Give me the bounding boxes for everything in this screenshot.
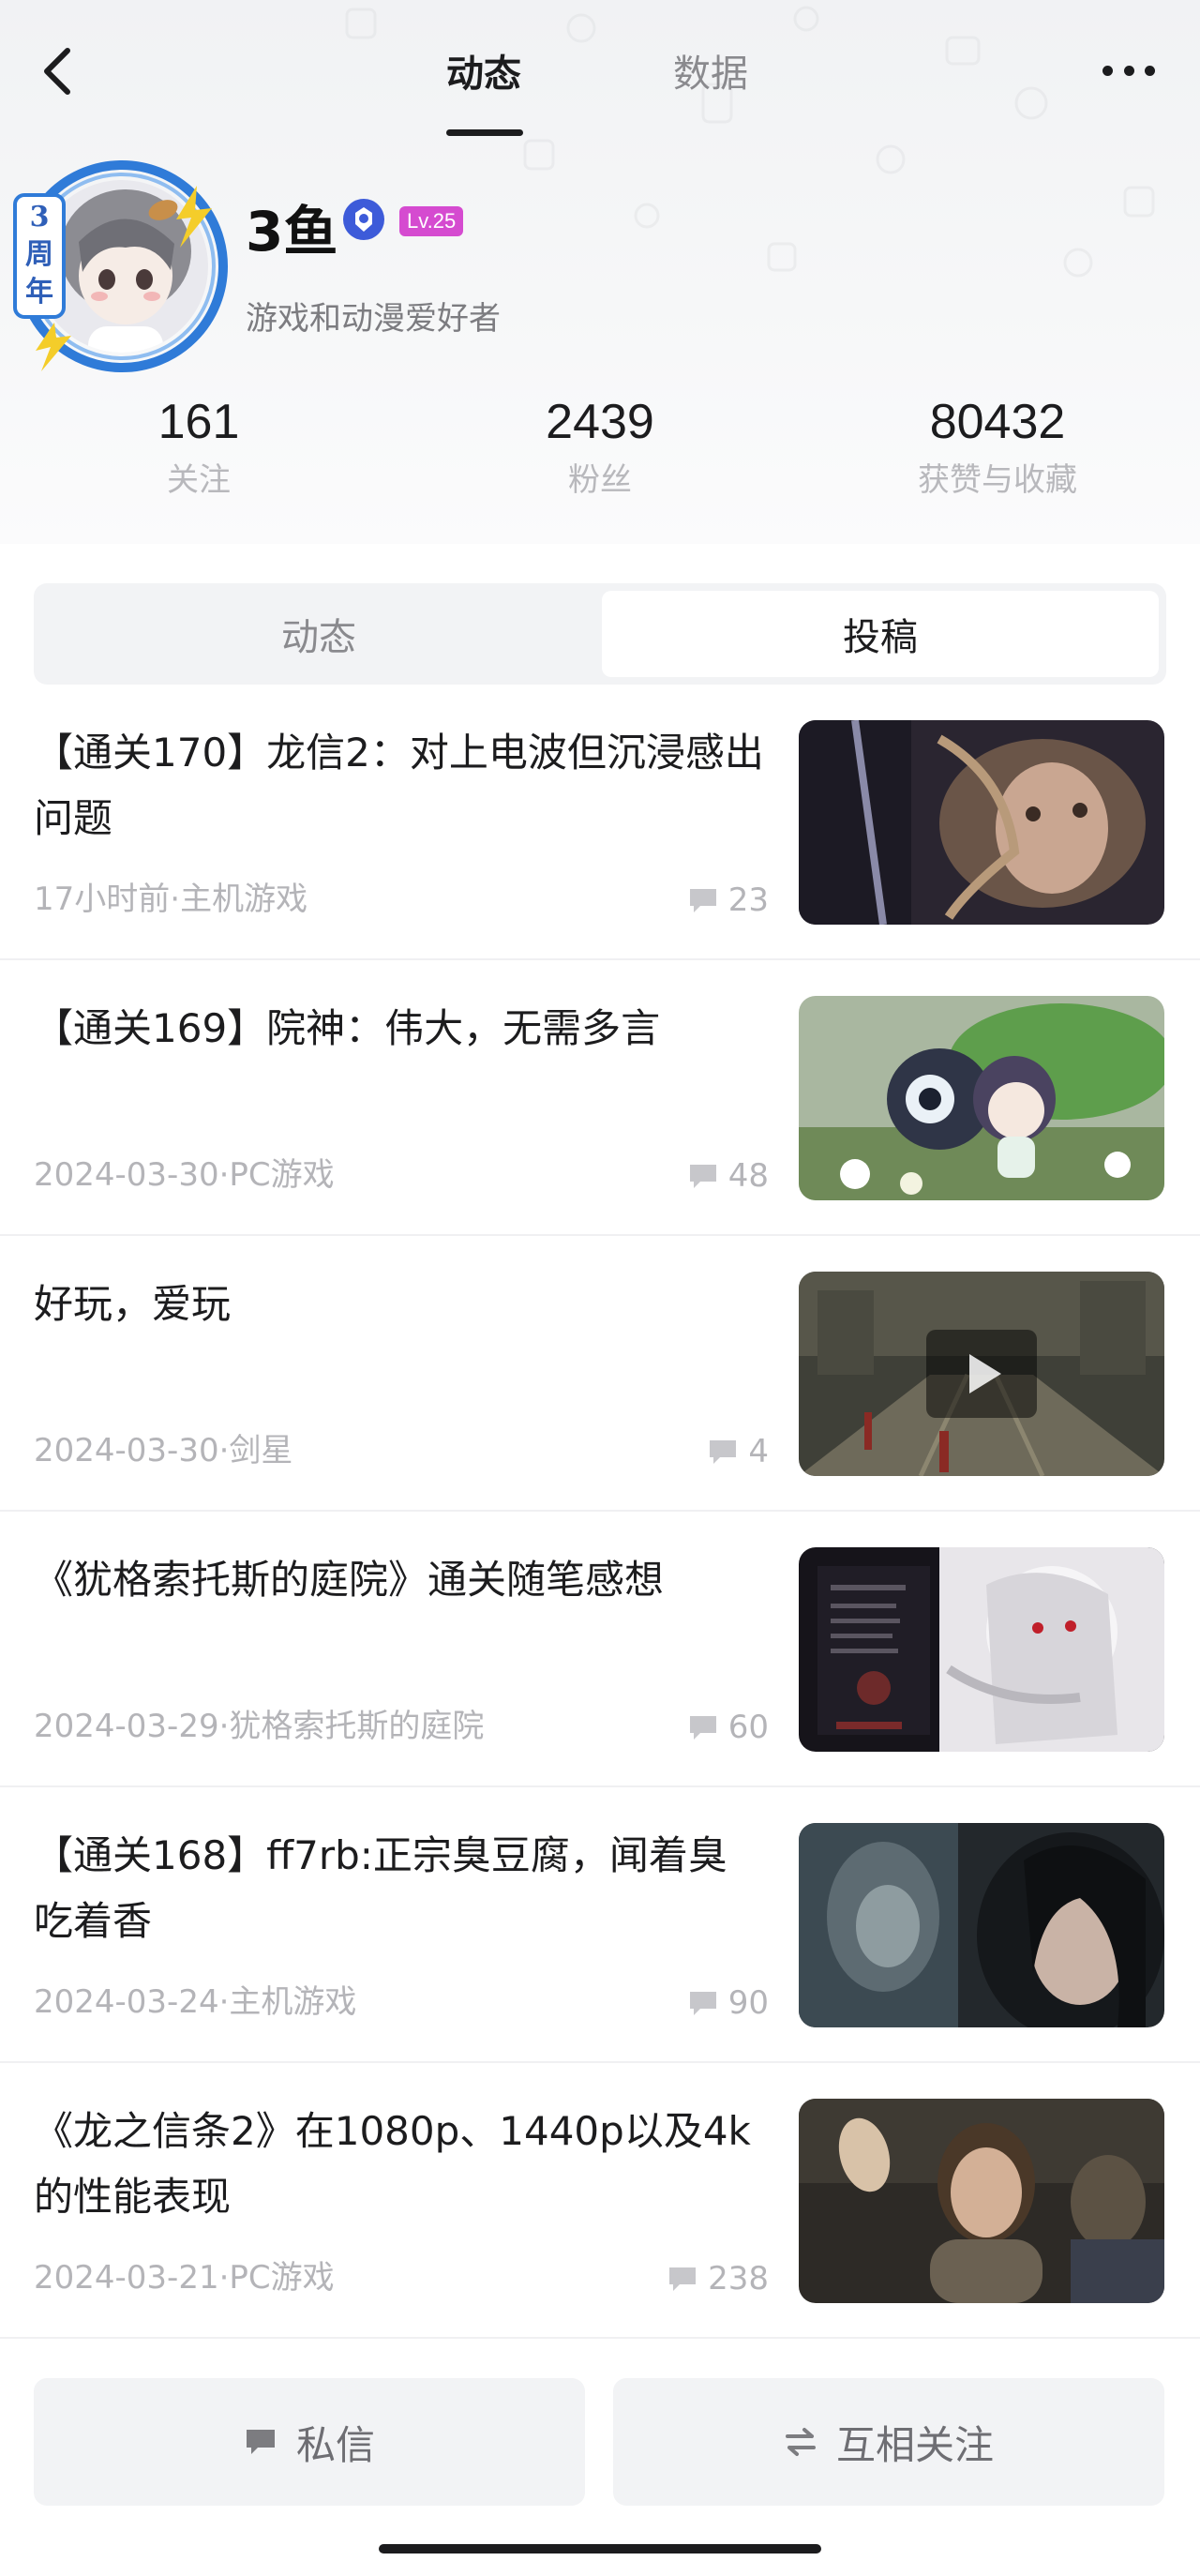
top-navigation: 动态 数据 bbox=[0, 0, 1200, 150]
post-title: 好玩，爱玩 bbox=[34, 1281, 232, 1327]
post-thumbnail bbox=[799, 720, 1164, 925]
tab-dynamics[interactable]: 动态 bbox=[446, 43, 521, 98]
post-meta: 2024-03-24·主机游戏 bbox=[34, 1983, 357, 2021]
chevron-left-icon bbox=[44, 48, 70, 95]
swap-arrows-icon bbox=[785, 2428, 816, 2456]
comment-icon bbox=[689, 889, 716, 912]
profile-header: 动态 数据 3周年 3鱼 Lv.25 游戏和动漫爱好者 161 关注 2439 … bbox=[0, 0, 1200, 544]
mutual-follow-button[interactable]: 互相关注 bbox=[613, 2378, 1164, 2506]
profile-bio: 游戏和动漫爱好者 bbox=[246, 300, 501, 338]
post-meta: 2024-03-30·PC游戏 bbox=[34, 1156, 335, 1194]
post-title: 《龙之信条2》在1080p、1440p以及4k的性能表现 bbox=[34, 2108, 751, 2220]
verified-creator-icon bbox=[343, 199, 384, 240]
thumbnail-image bbox=[799, 1547, 1164, 1752]
stat-following-value: 161 bbox=[158, 395, 240, 449]
post-comments-value: 90 bbox=[728, 1984, 769, 2022]
post-thumbnail bbox=[799, 1272, 1164, 1476]
stat-followers-value: 2439 bbox=[546, 395, 654, 449]
post-title: 【通关168】ff7rb:正宗臭豆腐，闻着臭吃着香 bbox=[34, 1832, 728, 1944]
thumbnail-image bbox=[799, 2099, 1164, 2303]
thumbnail-image bbox=[799, 1823, 1164, 2027]
post-comments-value: 4 bbox=[748, 1433, 769, 1470]
post-comment-count: 4 bbox=[707, 1433, 769, 1470]
thumbnail-image bbox=[799, 996, 1164, 1200]
home-indicator[interactable] bbox=[379, 2544, 821, 2553]
post-title: 【通关170】龙信2：对上电波但沉浸感出问题 bbox=[34, 730, 764, 841]
post-thumbnail bbox=[799, 2099, 1164, 2303]
stat-following-label: 关注 bbox=[167, 461, 231, 499]
stat-following[interactable]: 161 关注 bbox=[58, 394, 339, 500]
post-title: 【通关169】院神：伟大，无需多言 bbox=[34, 1005, 661, 1051]
post-item[interactable]: 好玩，爱玩 2024-03-30·剑星 4 bbox=[0, 1236, 1200, 1512]
avatar[interactable]: 3周年 bbox=[13, 158, 231, 375]
post-comments-value: 23 bbox=[728, 881, 769, 919]
username: 3鱼 bbox=[246, 200, 338, 264]
post-comment-count: 90 bbox=[687, 1984, 769, 2022]
stat-likes[interactable]: 80432 获赞与收藏 bbox=[857, 394, 1138, 500]
stat-likes-label: 获赞与收藏 bbox=[918, 461, 1077, 499]
post-item[interactable]: 《犹格索托斯的庭院》通关随笔感想 2024-03-29·犹格索托斯的庭院 60 bbox=[0, 1512, 1200, 1787]
tab-data[interactable]: 数据 bbox=[673, 43, 748, 98]
segment-posts[interactable]: 投稿 bbox=[602, 591, 1159, 677]
more-dot-icon bbox=[1102, 65, 1113, 76]
bottom-action-bar: 私信 互相关注 bbox=[0, 2344, 1200, 2576]
post-item[interactable]: 【通关170】龙信2：对上电波但沉浸感出问题 17小时前·主机游戏 23 bbox=[0, 685, 1200, 960]
post-comment-count: 238 bbox=[667, 2260, 769, 2297]
comment-icon bbox=[669, 2267, 697, 2291]
thumbnail-image bbox=[799, 720, 1164, 925]
post-meta: 2024-03-30·剑星 bbox=[34, 1432, 293, 1469]
post-comments-value: 238 bbox=[708, 2260, 769, 2297]
post-thumbnail bbox=[799, 1547, 1164, 1752]
back-button[interactable] bbox=[26, 34, 90, 109]
post-item[interactable]: 《龙之信条2》在1080p、1440p以及4k的性能表现 2024-03-21·… bbox=[0, 2063, 1200, 2339]
comment-icon bbox=[710, 1440, 737, 1464]
post-meta: 2024-03-29·犹格索托斯的庭院 bbox=[34, 1708, 485, 1745]
stat-followers-label: 粉丝 bbox=[568, 461, 632, 499]
message-icon bbox=[246, 2430, 275, 2454]
post-meta: 2024-03-21·PC游戏 bbox=[34, 2259, 335, 2297]
post-comment-count: 60 bbox=[687, 1709, 769, 1746]
post-comments-value: 60 bbox=[728, 1709, 769, 1746]
post-meta: 17小时前·主机游戏 bbox=[34, 881, 308, 918]
post-title: 《犹格索托斯的庭院》通关随笔感想 bbox=[34, 1557, 665, 1603]
more-options-button[interactable] bbox=[1091, 47, 1166, 94]
comment-icon bbox=[689, 1992, 716, 2015]
private-message-button[interactable]: 私信 bbox=[34, 2378, 585, 2506]
post-comment-count: 23 bbox=[687, 881, 769, 919]
private-message-label: 私信 bbox=[295, 2421, 375, 2468]
mutual-follow-label: 互相关注 bbox=[835, 2421, 994, 2468]
post-thumbnail bbox=[799, 1823, 1164, 2027]
comment-icon bbox=[689, 1716, 716, 1740]
avatar-anniversary-caption: 3周年 bbox=[25, 201, 53, 309]
thumbnail-image bbox=[799, 1272, 1164, 1476]
active-tab-indicator bbox=[446, 129, 523, 136]
post-comment-count: 48 bbox=[687, 1157, 769, 1195]
post-item[interactable]: 【通关168】ff7rb:正宗臭豆腐，闻着臭吃着香 2024-03-24·主机游… bbox=[0, 1787, 1200, 2063]
stat-followers[interactable]: 2439 粉丝 bbox=[459, 394, 741, 500]
level-badge: Lv.25 bbox=[399, 206, 464, 236]
segment-dynamics[interactable]: 动态 bbox=[41, 591, 596, 677]
stat-likes-value: 80432 bbox=[929, 395, 1066, 449]
more-dot-icon bbox=[1145, 65, 1155, 76]
post-thumbnail bbox=[799, 996, 1164, 1200]
more-dot-icon bbox=[1123, 65, 1134, 76]
comment-icon bbox=[689, 1165, 716, 1188]
post-item[interactable]: 【通关169】院神：伟大，无需多言 2024-03-30·PC游戏 48 bbox=[0, 960, 1200, 1236]
content-segment-control: 动态 投稿 bbox=[34, 583, 1166, 685]
post-comments-value: 48 bbox=[728, 1157, 769, 1195]
